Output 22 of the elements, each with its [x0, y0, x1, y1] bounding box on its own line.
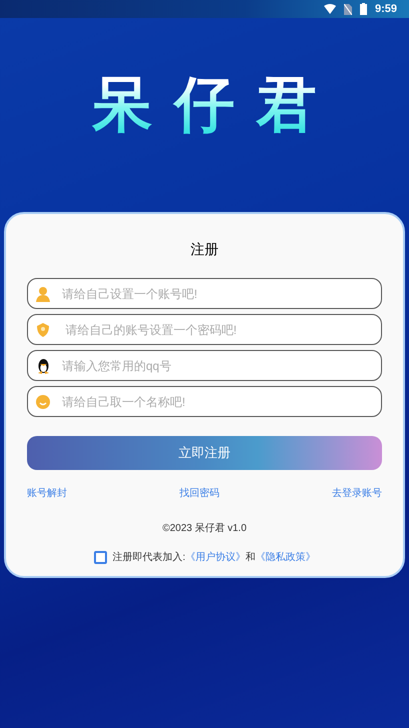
agreement-checkbox[interactable]: [94, 551, 107, 564]
text-link[interactable]: 找回密码: [180, 486, 220, 501]
penguin-icon: [36, 358, 50, 374]
agreement-text: 注册即代表加入:《用户协议》和《隐私政策》: [112, 550, 316, 565]
status-time: 9:59: [374, 2, 397, 17]
shield-icon: [36, 322, 50, 336]
copyright-text: ©2023 呆仔君 v1.0: [162, 522, 247, 536]
input-field[interactable]: 请给自己取一个名称吧!: [27, 386, 382, 417]
text-link[interactable]: 去登录账号: [332, 486, 382, 501]
person-icon: [36, 286, 50, 302]
input-field[interactable]: 请给自己的账号设置一个密码吧!: [27, 314, 382, 345]
input-field[interactable]: 请输入您常用的qq号: [27, 350, 382, 381]
battery-icon: [360, 3, 367, 15]
input-field[interactable]: 请给自己设置一个账号吧!: [27, 278, 382, 309]
register-button[interactable]: 立即注册: [27, 436, 382, 470]
card-title: 注册: [190, 240, 218, 259]
no-sim-icon: [344, 4, 352, 14]
privacy-link[interactable]: 《隐私政策》: [255, 552, 316, 563]
terms-link[interactable]: 《用户协议》: [185, 552, 246, 563]
smiley-icon: [36, 394, 50, 408]
text-link[interactable]: 账号解封: [27, 486, 67, 501]
wifi-icon: [324, 4, 336, 14]
